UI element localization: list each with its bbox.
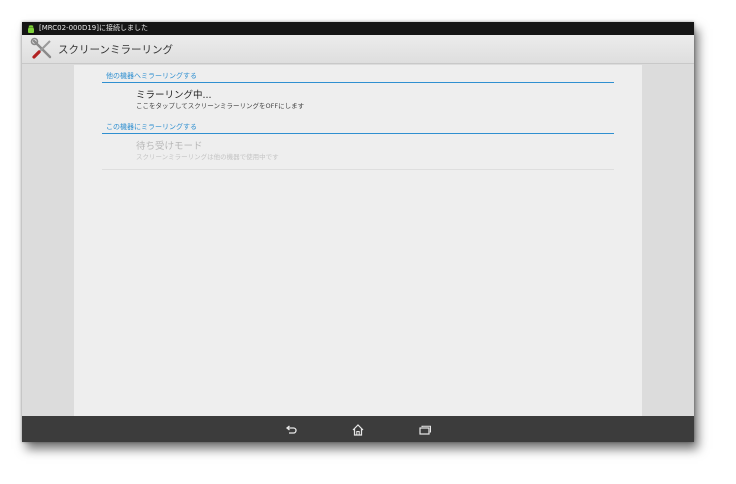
section-header-mirror-to-this: この機器にミラーリングする (102, 122, 614, 134)
status-notification-text: [MRC02-000D19]に接続しました (39, 24, 148, 32)
standby-mode-subtitle: スクリーンミラーリングは他の機器で使用中です (136, 153, 279, 161)
status-bar: [MRC02-000D19]に接続しました (22, 22, 694, 35)
action-bar: スクリーンミラーリング (22, 35, 694, 64)
android-notification-icon (27, 24, 35, 33)
tablet-screen: [MRC02-000D19]に接続しました スクリーンミラーリング 他の機器へミ… (22, 22, 694, 442)
list-divider (102, 169, 614, 170)
navigation-bar (22, 416, 694, 442)
home-icon[interactable] (351, 422, 365, 436)
standby-mode-title: 待ち受けモード (136, 141, 203, 152)
standby-mode-item: 待ち受けモード スクリーンミラーリングは他の機器で使用中です (136, 141, 614, 162)
tools-icon[interactable] (30, 37, 54, 61)
back-icon[interactable] (284, 422, 298, 436)
recent-apps-icon[interactable] (418, 422, 432, 436)
content-area: 他の機器へミラーリングする ミラーリング中... ここをタップしてスクリーンミラ… (22, 65, 694, 416)
mirroring-active-subtitle: ここをタップしてスクリーンミラーリングをOFFにします (136, 102, 305, 110)
section-header-mirror-to-other: 他の機器へミラーリングする (102, 71, 614, 83)
mirroring-active-item[interactable]: ミラーリング中... ここをタップしてスクリーンミラーリングをOFFにします (136, 90, 614, 111)
settings-panel: 他の機器へミラーリングする ミラーリング中... ここをタップしてスクリーンミラ… (74, 65, 642, 416)
mirroring-active-title: ミラーリング中... (136, 90, 212, 101)
page-title: スクリーンミラーリング (58, 43, 173, 56)
